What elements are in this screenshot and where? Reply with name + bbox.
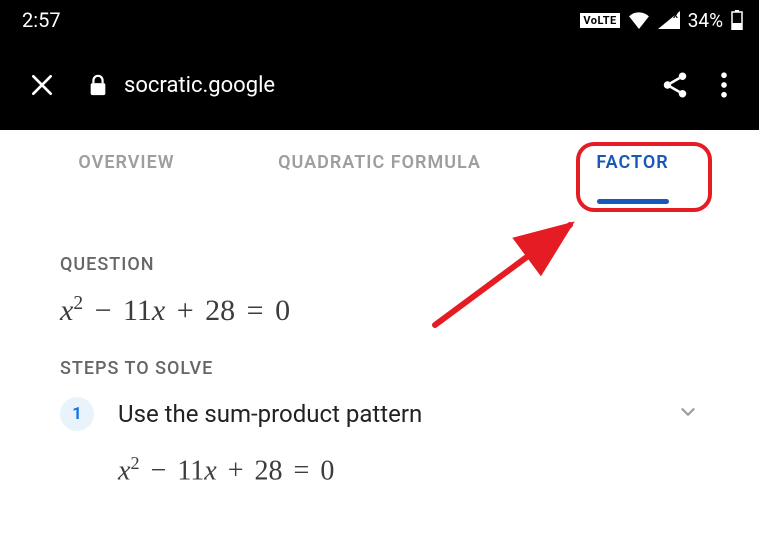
more-menu-button[interactable]: [709, 63, 739, 107]
step-number-badge: 1: [60, 397, 94, 431]
chevron-down-icon: [677, 401, 699, 427]
content-area: QUESTION x2 − 11x + 28 = 0 STEPS TO SOLV…: [0, 194, 759, 487]
cell-signal-icon: x: [658, 11, 680, 29]
url-text[interactable]: socratic.google: [124, 73, 653, 98]
tab-quadratic-formula[interactable]: QUADRATIC FORMULA: [253, 130, 506, 194]
svg-text:x: x: [673, 11, 678, 20]
question-equation: x2 − 11x + 28 = 0: [60, 293, 699, 328]
share-button[interactable]: [653, 63, 697, 107]
tab-bar: OVERVIEW QUADRATIC FORMULA FACTOR: [0, 130, 759, 194]
step-equation: x2 − 11x + 28 = 0: [118, 453, 699, 487]
status-bar: 2:57 VoLTE x 34%: [0, 0, 759, 40]
close-button[interactable]: [24, 67, 60, 103]
browser-header: socratic.google: [0, 40, 759, 130]
steps-label: STEPS TO SOLVE: [60, 358, 699, 379]
tab-label: FACTOR: [596, 152, 668, 173]
step-title: Use the sum-product pattern: [118, 400, 677, 428]
lock-icon: [80, 67, 116, 103]
tab-label: OVERVIEW: [78, 152, 174, 173]
wifi-icon: [628, 11, 650, 29]
tab-overview[interactable]: OVERVIEW: [0, 130, 253, 194]
tab-factor[interactable]: FACTOR: [506, 130, 759, 194]
active-tab-underline: [597, 199, 669, 204]
step-row[interactable]: 1 Use the sum-product pattern: [60, 397, 699, 431]
status-right: VoLTE x 34%: [580, 9, 743, 32]
battery-percent: 34%: [688, 9, 723, 32]
status-time: 2:57: [22, 8, 61, 32]
battery-icon: [731, 10, 743, 30]
tab-label: QUADRATIC FORMULA: [278, 152, 481, 173]
volte-badge: VoLTE: [580, 13, 619, 28]
question-label: QUESTION: [60, 254, 699, 275]
